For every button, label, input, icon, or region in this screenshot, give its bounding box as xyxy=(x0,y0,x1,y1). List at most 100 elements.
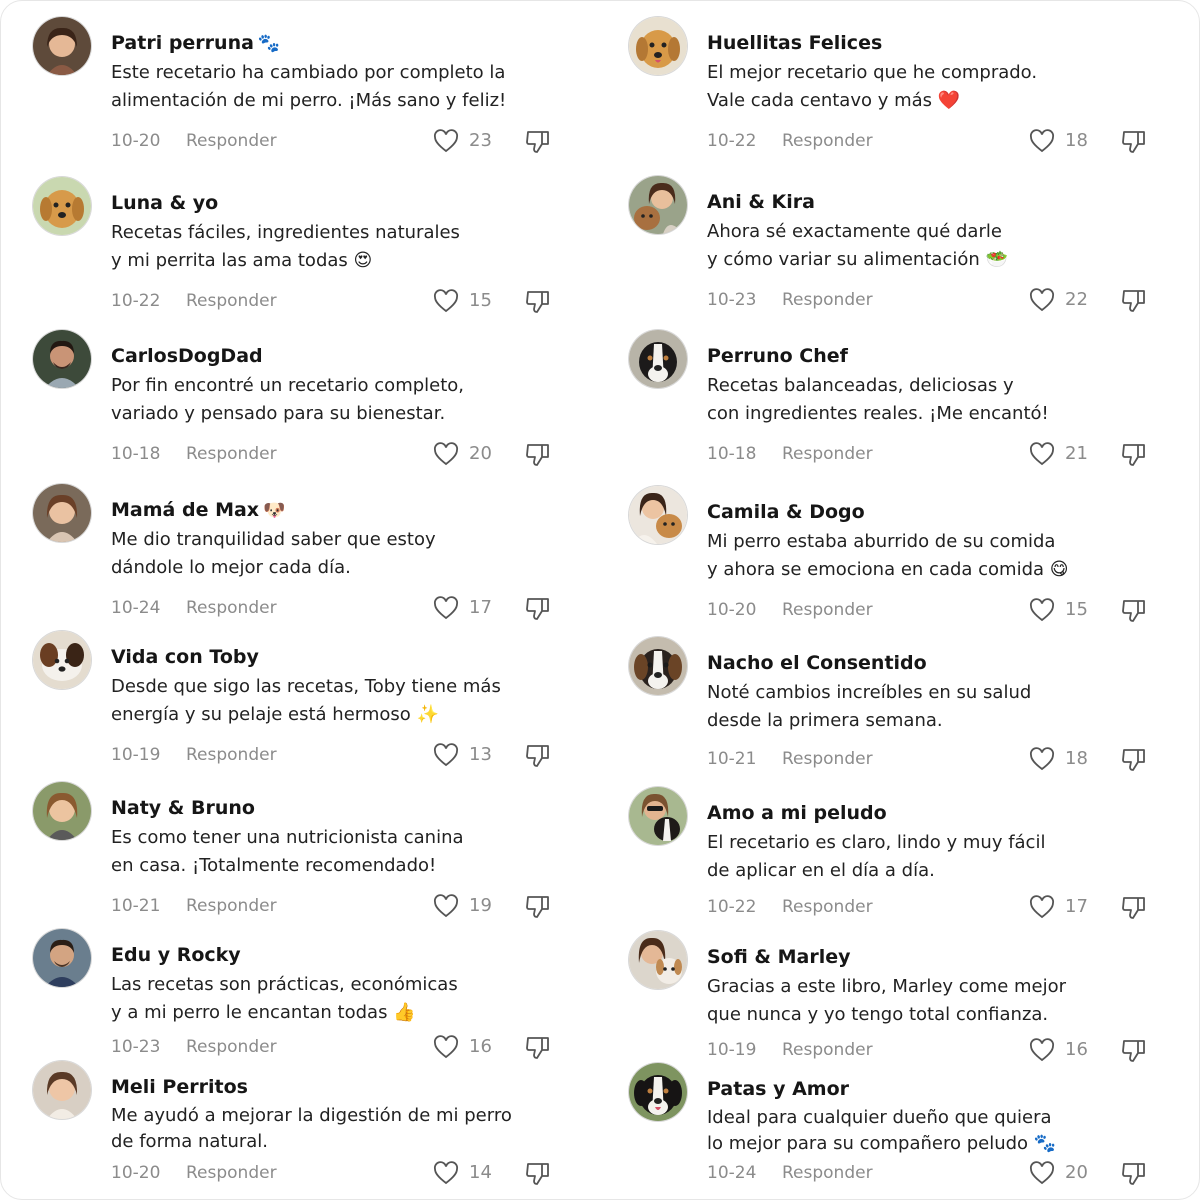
like-button[interactable]: 18 xyxy=(1029,747,1099,771)
comment-author[interactable]: Naty & Bruno xyxy=(111,796,581,820)
like-button[interactable]: 23 xyxy=(433,129,503,153)
avatar[interactable] xyxy=(33,177,91,235)
like-button[interactable]: 16 xyxy=(1029,1038,1099,1062)
author-name[interactable]: Huellitas Felices xyxy=(707,32,882,54)
avatar[interactable] xyxy=(33,17,91,75)
dislike-button[interactable] xyxy=(525,1035,551,1061)
dislike-button[interactable] xyxy=(525,596,551,622)
avatar[interactable] xyxy=(33,484,91,542)
dislike-button[interactable] xyxy=(1121,1161,1147,1187)
dislike-button[interactable] xyxy=(1121,288,1147,314)
comment-author[interactable]: Perruno Chef xyxy=(707,344,1177,368)
dislike-button[interactable] xyxy=(525,1161,551,1187)
author-name[interactable]: Camila & Dogo xyxy=(707,501,865,523)
comment-author[interactable]: Vida con Toby xyxy=(111,645,581,669)
like-button[interactable]: 17 xyxy=(1029,895,1099,919)
avatar[interactable] xyxy=(33,1061,91,1119)
like-button[interactable]: 22 xyxy=(1029,288,1099,312)
comment-author[interactable]: Mamá de Max 🐶 xyxy=(111,498,581,522)
reply-button[interactable]: Responder xyxy=(782,129,873,153)
comment-line: desde la primera semana. xyxy=(707,710,943,731)
reply-button[interactable]: Responder xyxy=(186,596,277,620)
dislike-button[interactable] xyxy=(1121,598,1147,624)
author-name[interactable]: Amo a mi peludo xyxy=(707,802,887,824)
reply-button[interactable]: Responder xyxy=(782,747,873,771)
dislike-button[interactable] xyxy=(1121,747,1147,773)
author-name[interactable]: Perruno Chef xyxy=(707,345,848,367)
author-name[interactable]: Luna & yo xyxy=(111,192,218,214)
avatar[interactable] xyxy=(33,929,91,987)
reply-button[interactable]: Responder xyxy=(782,1038,873,1062)
reply-button[interactable]: Responder xyxy=(186,1161,277,1185)
avatar[interactable] xyxy=(629,1063,687,1121)
author-name[interactable]: Patri perruna xyxy=(111,32,254,54)
dislike-button[interactable] xyxy=(1121,129,1147,155)
comment-author[interactable]: Patri perruna 🐾 xyxy=(111,31,581,55)
comment-author[interactable]: Huellitas Felices xyxy=(707,31,1177,55)
dislike-button[interactable] xyxy=(1121,1038,1147,1064)
avatar[interactable] xyxy=(629,176,687,234)
comment-author[interactable]: Meli Perritos xyxy=(111,1075,581,1099)
comment-author[interactable]: Sofi & Marley xyxy=(707,945,1177,969)
comment-author[interactable]: Amo a mi peludo xyxy=(707,801,1177,825)
dislike-button[interactable] xyxy=(525,894,551,920)
author-name[interactable]: Nacho el Consentido xyxy=(707,652,927,674)
reply-button[interactable]: Responder xyxy=(186,743,277,767)
avatar[interactable] xyxy=(629,637,687,695)
avatar[interactable] xyxy=(629,931,687,989)
reply-button[interactable]: Responder xyxy=(782,598,873,622)
reply-button[interactable]: Responder xyxy=(782,288,873,312)
avatar[interactable] xyxy=(33,631,91,689)
reply-button[interactable]: Responder xyxy=(186,129,277,153)
like-button[interactable]: 21 xyxy=(1029,442,1099,466)
author-name[interactable]: Patas y Amor xyxy=(707,1078,849,1100)
like-button[interactable]: 13 xyxy=(433,743,503,767)
like-button[interactable]: 15 xyxy=(433,289,503,313)
reply-button[interactable]: Responder xyxy=(782,442,873,466)
author-name[interactable]: Meli Perritos xyxy=(111,1076,248,1098)
like-button[interactable]: 18 xyxy=(1029,129,1099,153)
like-button[interactable]: 16 xyxy=(433,1035,503,1059)
dislike-button[interactable] xyxy=(525,442,551,468)
avatar[interactable] xyxy=(629,486,687,544)
avatar[interactable] xyxy=(33,330,91,388)
like-button[interactable]: 15 xyxy=(1029,598,1099,622)
avatar[interactable] xyxy=(629,787,687,845)
dislike-button[interactable] xyxy=(525,129,551,155)
author-name[interactable]: Edu y Rocky xyxy=(111,944,241,966)
author-name[interactable]: Naty & Bruno xyxy=(111,797,255,819)
like-button[interactable]: 19 xyxy=(433,894,503,918)
author-name[interactable]: Ani & Kira xyxy=(707,191,815,213)
author-name[interactable]: CarlosDogDad xyxy=(111,345,263,367)
reply-button[interactable]: Responder xyxy=(186,894,277,918)
author-name[interactable]: Vida con Toby xyxy=(111,646,259,668)
dislike-button[interactable] xyxy=(1121,442,1147,468)
author-name[interactable]: Mamá de Max xyxy=(111,499,259,521)
author-name[interactable]: Sofi & Marley xyxy=(707,946,851,968)
like-button[interactable]: 20 xyxy=(1029,1161,1099,1185)
comment-author[interactable]: Luna & yo xyxy=(111,191,581,215)
avatar[interactable] xyxy=(33,782,91,840)
heart-icon xyxy=(434,289,458,313)
comment-author[interactable]: Nacho el Consentido xyxy=(707,651,1177,675)
like-button[interactable]: 14 xyxy=(433,1161,503,1185)
comment-author[interactable]: Ani & Kira xyxy=(707,190,1177,214)
comment-author[interactable]: Patas y Amor xyxy=(707,1077,1177,1101)
reply-button[interactable]: Responder xyxy=(782,895,873,919)
reply-button[interactable]: Responder xyxy=(186,289,277,313)
reply-button[interactable]: Responder xyxy=(186,442,277,466)
comment-author[interactable]: Camila & Dogo xyxy=(707,500,1177,524)
dislike-button[interactable] xyxy=(525,743,551,769)
reply-button[interactable]: Responder xyxy=(782,1161,873,1185)
like-button[interactable]: 20 xyxy=(433,442,503,466)
comment-date: 10-18 xyxy=(707,444,757,464)
dislike-button[interactable] xyxy=(1121,895,1147,921)
avatar[interactable] xyxy=(629,330,687,388)
avatar[interactable] xyxy=(629,17,687,75)
comment-line: Me dio tranquilidad saber que estoy xyxy=(111,529,436,550)
dislike-button[interactable] xyxy=(525,289,551,315)
like-button[interactable]: 17 xyxy=(433,596,503,620)
comment-author[interactable]: CarlosDogDad xyxy=(111,344,581,368)
comment-author[interactable]: Edu y Rocky xyxy=(111,943,581,967)
reply-button[interactable]: Responder xyxy=(186,1035,277,1059)
